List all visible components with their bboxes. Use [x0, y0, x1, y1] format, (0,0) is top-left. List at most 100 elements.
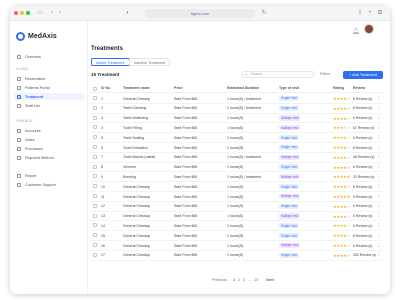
table-row[interactable]: 17 General Checkup Start From $60 1 hours(S…: [90, 251, 382, 261]
duration-cell: 1 hours(S): [227, 184, 244, 189]
table-row[interactable]: 16 General Checkup Start From $60 1 hours(S…: [90, 241, 382, 251]
sidebar-item-overview[interactable]: Overview: [14, 53, 84, 60]
sidebar-item-customer-support[interactable]: Customer Support: [14, 181, 84, 188]
pagination-page[interactable]: 10: [254, 278, 258, 282]
more-options-icon[interactable]: ⋮: [376, 233, 381, 239]
pagination-page[interactable]: 3: [243, 278, 245, 282]
row-checkbox[interactable]: [93, 174, 97, 179]
bell-icon[interactable]: 🔔︎: [352, 28, 360, 35]
row-checkbox[interactable]: [93, 164, 97, 169]
column-header[interactable]: Treatment name: [123, 86, 150, 90]
row-checkbox[interactable]: [93, 194, 97, 198]
row-checkbox[interactable]: [93, 213, 97, 218]
row-checkbox[interactable]: [93, 203, 97, 208]
row-checkbox[interactable]: [93, 125, 97, 130]
share-icon[interactable]: ⇪: [356, 9, 364, 17]
filters-button[interactable]: Filters: [320, 72, 330, 76]
table-row[interactable]: 12 General Checkup Start From $60 1 hours(S…: [90, 202, 382, 212]
more-options-icon[interactable]: ⋮: [376, 135, 381, 141]
column-header[interactable]: Sr No: [101, 86, 110, 90]
table-row[interactable]: 6 Tooth Extraction Start From $60 1 hours(S…: [90, 143, 382, 153]
forward-icon[interactable]: ›: [56, 9, 64, 17]
sidebar-item-sales[interactable]: Sales: [14, 136, 84, 143]
table-row[interactable]: 2 Teeth Cleaning Start From $60 1 hours(S) …: [90, 104, 382, 114]
more-options-icon[interactable]: ⋮: [376, 145, 381, 151]
pagination-page[interactable]: 1: [233, 278, 235, 282]
row-checkbox[interactable]: [93, 145, 97, 149]
row-checkbox[interactable]: [93, 184, 97, 189]
table-row[interactable]: 13 General Checkup Start From $60 1 hours(S…: [90, 212, 382, 222]
address-bar[interactable]: figma.com: [145, 9, 255, 18]
tabs-overview-icon[interactable]: ⧉: [376, 9, 384, 17]
tab-inactive-treatment[interactable]: Inactive Treatment: [129, 58, 171, 66]
minimize-window-button[interactable]: [20, 11, 24, 15]
new-tab-icon[interactable]: +: [366, 9, 374, 17]
table-row[interactable]: 9 Bonding Start From $60 1 hours(S) / treat…: [90, 172, 382, 183]
sidebar-item-payment-method[interactable]: Payment Method: [14, 154, 84, 161]
table-row[interactable]: 15 General Checkup Start From $60 1 hours(S…: [90, 231, 382, 241]
sidebar-toggle-icon[interactable]: ▭: [36, 9, 44, 17]
sidebar-item-accounts[interactable]: Accounts: [14, 127, 84, 134]
more-options-icon[interactable]: ⋮: [376, 203, 381, 209]
table-row[interactable]: 7 Tooth Braces (metal) Start From $60 1 hou…: [90, 153, 382, 163]
row-checkbox[interactable]: [93, 223, 97, 228]
row-checkbox[interactable]: [93, 96, 97, 100]
table-row[interactable]: 1 General Checkup Start From $60 1 hours(S)…: [90, 94, 382, 104]
pagination-page[interactable]: 2: [238, 278, 240, 282]
row-checkbox[interactable]: [93, 135, 97, 140]
column-header[interactable]: Estimated Duration: [227, 86, 259, 90]
pagination-previous[interactable]: Previous: [212, 278, 227, 282]
tab-active-treatment[interactable]: Active Treatment: [91, 58, 130, 66]
maximize-window-button[interactable]: [26, 11, 30, 15]
row-checkbox[interactable]: [93, 154, 97, 159]
treatment-name-cell: General Checkup: [123, 233, 151, 238]
column-header[interactable]: Price: [174, 86, 183, 90]
more-options-icon[interactable]: ⋮: [376, 252, 381, 258]
back-icon[interactable]: ‹: [48, 9, 56, 17]
column-header[interactable]: Type of visit: [279, 86, 299, 90]
more-options-icon[interactable]: ⋮: [376, 105, 381, 111]
column-header[interactable]: Review: [353, 86, 365, 90]
app-logo[interactable]: MedAxis: [16, 31, 57, 41]
more-options-icon[interactable]: ⋮: [376, 194, 381, 200]
pagination-next[interactable]: Next: [266, 278, 274, 282]
more-options-icon[interactable]: ⋮: [376, 174, 381, 180]
more-options-icon[interactable]: ⋮: [376, 213, 381, 219]
more-options-icon[interactable]: ⋮: [376, 223, 381, 229]
more-options-icon[interactable]: ⋮: [376, 164, 381, 170]
treatment-name-cell: Teeth Whitening: [123, 116, 149, 121]
sidebar-item-treatment[interactable]: Treatment: [14, 93, 84, 100]
avatar[interactable]: [364, 24, 374, 34]
sidebar-item-report[interactable]: Report: [14, 172, 84, 179]
row-checkbox[interactable]: [93, 105, 97, 110]
sidebar-item-purchases[interactable]: Purchases: [14, 145, 84, 152]
column-header[interactable]: Rating: [333, 86, 344, 90]
sidebar-item-reservation[interactable]: Reservation: [14, 75, 84, 82]
table-row[interactable]: 3 Teeth Whitening Start From $60 1 hours(S)…: [90, 114, 382, 124]
more-options-icon[interactable]: ⋮: [376, 154, 381, 160]
more-options-icon[interactable]: ⋮: [376, 243, 381, 249]
row-checkbox[interactable]: [93, 115, 97, 120]
row-checkbox[interactable]: [93, 252, 97, 257]
table-row[interactable]: 4 Tooth Filling Start From $60 1 hours(S) Mu…: [90, 123, 382, 134]
table-row[interactable]: 8 Veneers Start From $60 1 hours(S) Single V…: [90, 163, 382, 173]
table-row[interactable]: 11 General Checkup Start From $60 1 hours(S…: [90, 192, 382, 202]
reload-icon[interactable]: ↻: [260, 9, 268, 17]
add-treatment-button[interactable]: + Add Treatment: [343, 71, 383, 79]
more-options-icon[interactable]: ⋮: [376, 115, 381, 121]
close-window-button[interactable]: [14, 11, 18, 15]
review-cell: 67 Review (s): [353, 125, 375, 130]
sidebar-item-staff[interactable]: Staff List: [14, 102, 84, 109]
search-input[interactable]: ⌕ Search: [242, 71, 314, 78]
more-options-icon[interactable]: ⋮: [376, 125, 381, 131]
table-row[interactable]: 10 General Checkup Start From $60 1 hours(S…: [90, 182, 382, 192]
table-row[interactable]: 14 General Checkup Start From $60 1 hours(S…: [90, 221, 382, 232]
more-options-icon[interactable]: ⋮: [376, 184, 381, 190]
sidebar-item-patients[interactable]: Patients Portal: [14, 84, 84, 91]
table-row[interactable]: 5 Teeth Scaling Start From $60 1 hours(S) Si…: [90, 133, 382, 143]
row-checkbox[interactable]: [93, 233, 97, 238]
row-checkbox[interactable]: [93, 243, 97, 247]
more-options-icon[interactable]: ⋮: [376, 96, 381, 102]
shield-icon[interactable]: ◐: [124, 9, 132, 17]
select-all-checkbox[interactable]: [93, 87, 97, 91]
